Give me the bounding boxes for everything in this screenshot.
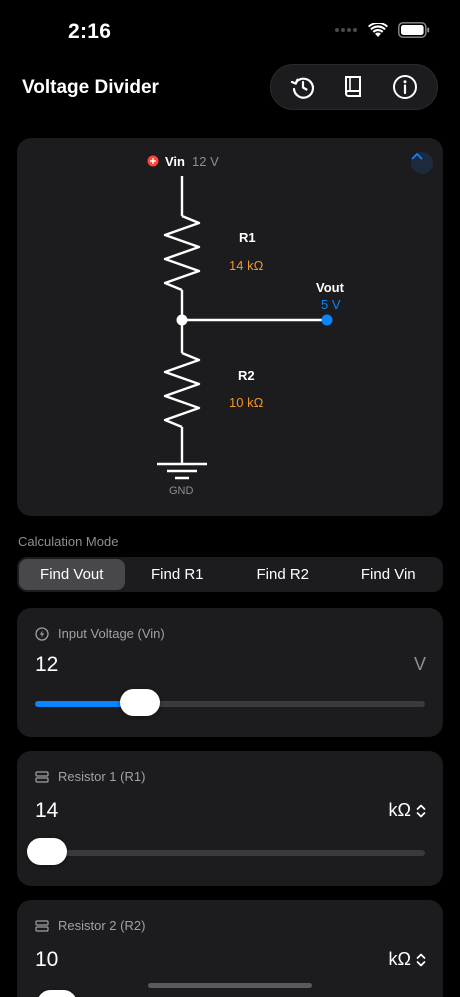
- resistor-icon: [35, 919, 49, 932]
- input-voltage-value[interactable]: 12: [35, 653, 58, 677]
- info-button[interactable]: [385, 67, 425, 107]
- resistor-2-slider-thumb[interactable]: [37, 990, 77, 997]
- circuit-diagram: Vin 12 V R1 14 kΩ Vout 5 V R2 10 kΩ GND: [147, 154, 345, 497]
- input-voltage-slider-thumb[interactable]: [120, 689, 161, 716]
- mode-option-find-r2[interactable]: Find R2: [230, 559, 336, 590]
- resistor-2-value[interactable]: 10: [35, 948, 58, 972]
- calculation-mode-picker: Find Vout Find R1 Find R2 Find Vin: [17, 557, 443, 592]
- calculation-mode-label: Calculation Mode: [18, 534, 119, 549]
- resistor-1-slider[interactable]: [26, 838, 425, 865]
- mode-option-find-r1[interactable]: Find R1: [125, 559, 231, 590]
- r1-label: R1: [239, 230, 256, 245]
- nav-bar: Voltage Divider: [0, 60, 460, 116]
- status-icons: [334, 22, 430, 38]
- resistor-1-value[interactable]: 14: [35, 799, 58, 823]
- resistor-1-label: Resistor 1 (R1): [58, 769, 146, 784]
- history-button[interactable]: [283, 67, 323, 107]
- resistor-1-unit-menu[interactable]: kΩ: [389, 800, 426, 821]
- resistor-r1: [163, 214, 201, 292]
- info-icon: [393, 75, 418, 99]
- history-icon: [290, 77, 314, 99]
- r2-label: R2: [238, 368, 255, 383]
- input-voltage-card: Input Voltage (Vin) 12 V: [17, 608, 443, 737]
- vin-label: Vin: [165, 154, 185, 169]
- resistor-r2: [163, 351, 201, 429]
- ground-symbol: [157, 462, 207, 480]
- r2-value: 10 kΩ: [229, 395, 264, 410]
- vout-terminal: [321, 314, 333, 326]
- resistor-1-card: Resistor 1 (R1) 14 kΩ: [17, 751, 443, 886]
- chevron-updown-icon: [416, 804, 426, 817]
- circuit-diagram-card: Vin 12 V R1 14 kΩ Vout 5 V R2 10 kΩ GND: [17, 138, 443, 516]
- vout-value: 5 V: [321, 297, 341, 312]
- book-icon: [344, 76, 361, 97]
- resistor-1-slider-thumb[interactable]: [26, 838, 67, 865]
- junction-node: [176, 314, 188, 326]
- chevron-updown-icon: [416, 953, 426, 966]
- collapse-diagram-button[interactable]: [411, 152, 433, 174]
- resistor-2-header: Resistor 2 (R2): [35, 918, 145, 933]
- input-voltage-header: Input Voltage (Vin): [35, 626, 165, 641]
- mode-option-find-vout[interactable]: Find Vout: [19, 559, 125, 590]
- nav-actions: [270, 64, 438, 110]
- input-voltage-unit: V: [413, 654, 426, 674]
- vin-value: 12 V: [192, 154, 219, 169]
- resistor-1-unit: kΩ: [388, 800, 411, 820]
- vout-label: Vout: [316, 280, 345, 295]
- resistor-icon: [35, 770, 49, 783]
- gnd-label: GND: [169, 485, 194, 497]
- input-voltage-slider[interactable]: [35, 689, 425, 716]
- home-indicator: [148, 983, 312, 988]
- resistor-2-unit-menu[interactable]: kΩ: [389, 949, 426, 970]
- resistor-2-label: Resistor 2 (R2): [58, 918, 146, 933]
- chevron-up-icon: [411, 153, 423, 160]
- resistor-1-header: Resistor 1 (R1): [35, 769, 145, 784]
- status-time: 2:16: [68, 20, 112, 43]
- status-bar: 2:16: [0, 0, 460, 60]
- signal-icon: [335, 28, 357, 32]
- bolt-icon: [35, 626, 49, 641]
- reference-button[interactable]: [334, 67, 374, 107]
- r1-value: 14 kΩ: [229, 258, 264, 273]
- battery-icon: [398, 22, 430, 38]
- wifi-icon: [368, 22, 388, 37]
- mode-option-find-vin[interactable]: Find Vin: [336, 559, 442, 590]
- resistor-2-unit: kΩ: [388, 949, 411, 969]
- input-voltage-label: Input Voltage (Vin): [58, 626, 165, 641]
- page-title: Voltage Divider: [22, 77, 159, 98]
- circuit-wires: [157, 176, 327, 480]
